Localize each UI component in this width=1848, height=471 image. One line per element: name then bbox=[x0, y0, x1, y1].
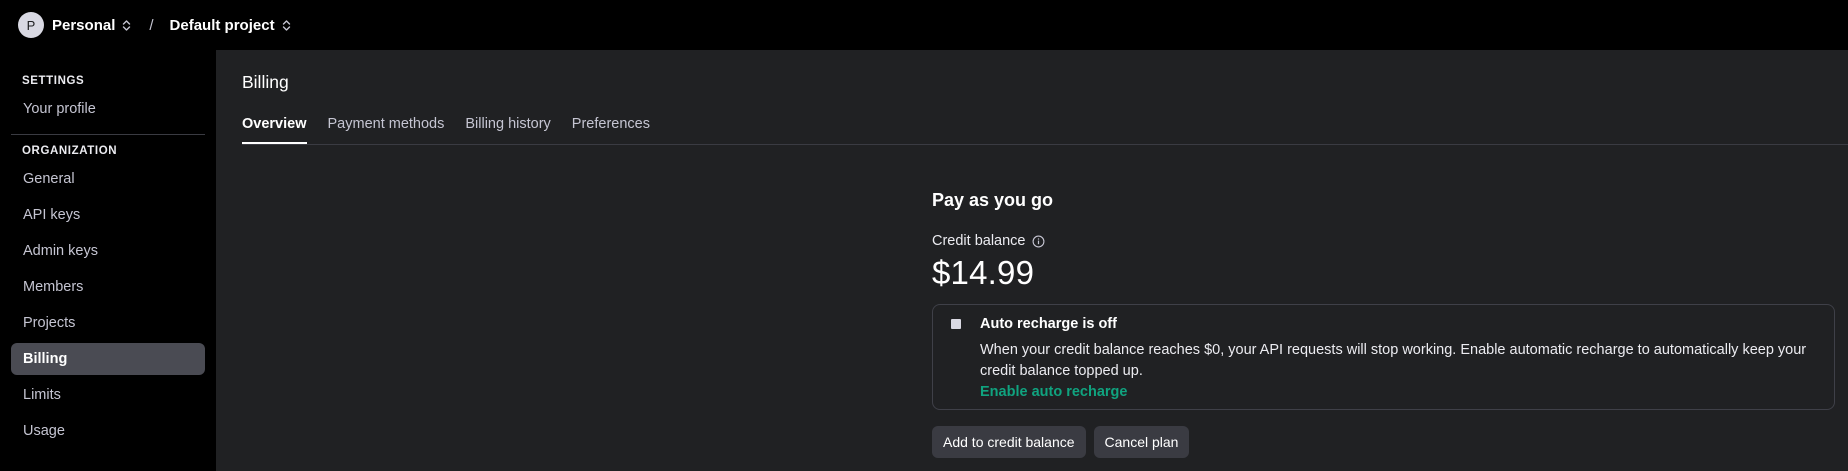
billing-actions: Add to credit balance Cancel plan bbox=[932, 426, 1835, 458]
credit-balance-amount: $14.99 bbox=[932, 254, 1035, 291]
add-to-credit-balance-button[interactable]: Add to credit balance bbox=[932, 426, 1086, 458]
sidebar-item-projects[interactable]: Projects bbox=[11, 307, 205, 339]
plan-name: Pay as you go bbox=[932, 190, 1054, 210]
avatar[interactable]: P bbox=[18, 12, 44, 38]
org-name: Personal bbox=[52, 16, 116, 34]
tab-overview[interactable]: Overview bbox=[242, 116, 307, 144]
top-bar: P Personal / Default project bbox=[0, 0, 1848, 50]
page-title: Billing bbox=[242, 72, 289, 92]
auto-recharge-card: Auto recharge is off When your credit ba… bbox=[932, 304, 1835, 410]
breadcrumb-separator: / bbox=[149, 16, 154, 34]
tabs-divider bbox=[242, 144, 1848, 145]
project-name: Default project bbox=[169, 16, 275, 34]
auto-recharge-status-icon bbox=[951, 319, 961, 329]
cancel-plan-button[interactable]: Cancel plan bbox=[1093, 426, 1190, 458]
sidebar-item-usage[interactable]: Usage bbox=[11, 415, 205, 447]
tab-billing-history[interactable]: Billing history bbox=[465, 116, 550, 144]
sidebar-heading-settings: SETTINGS bbox=[22, 75, 85, 87]
chevron-up-down-icon bbox=[282, 19, 291, 32]
info-icon[interactable] bbox=[1032, 235, 1045, 248]
credit-balance-label: Credit balance bbox=[932, 233, 1026, 249]
main-panel: Billing Overview Payment methods Billing… bbox=[216, 50, 1848, 471]
org-switcher[interactable]: Personal bbox=[52, 17, 131, 34]
credit-balance-row: Credit balance bbox=[932, 233, 1835, 249]
overview-content: Pay as you go Credit balance $14.99 Auto… bbox=[932, 190, 1835, 458]
tab-preferences[interactable]: Preferences bbox=[572, 116, 650, 144]
sidebar-item-billing[interactable]: Billing bbox=[11, 343, 205, 375]
chevron-up-down-icon bbox=[122, 19, 131, 32]
billing-tabs: Overview Payment methods Billing history… bbox=[242, 116, 671, 144]
project-switcher[interactable]: Default project bbox=[170, 17, 291, 34]
auto-recharge-title: Auto recharge is off bbox=[980, 316, 1117, 332]
sidebar-item-general[interactable]: General bbox=[11, 163, 205, 195]
sidebar-heading-organization: ORGANIZATION bbox=[22, 145, 118, 157]
sidebar-item-api-keys[interactable]: API keys bbox=[11, 199, 205, 231]
sidebar-item-members[interactable]: Members bbox=[11, 271, 205, 303]
enable-auto-recharge-link[interactable]: Enable auto recharge bbox=[980, 384, 1127, 400]
sidebar: SETTINGS Your profile ORGANIZATION Gener… bbox=[0, 50, 216, 471]
tab-payment-methods[interactable]: Payment methods bbox=[328, 116, 445, 144]
sidebar-item-your-profile[interactable]: Your profile bbox=[11, 93, 205, 125]
auto-recharge-description: When your credit balance reaches $0, you… bbox=[980, 342, 1807, 379]
sidebar-item-limits[interactable]: Limits bbox=[11, 379, 205, 411]
sidebar-item-admin-keys[interactable]: Admin keys bbox=[11, 235, 205, 267]
